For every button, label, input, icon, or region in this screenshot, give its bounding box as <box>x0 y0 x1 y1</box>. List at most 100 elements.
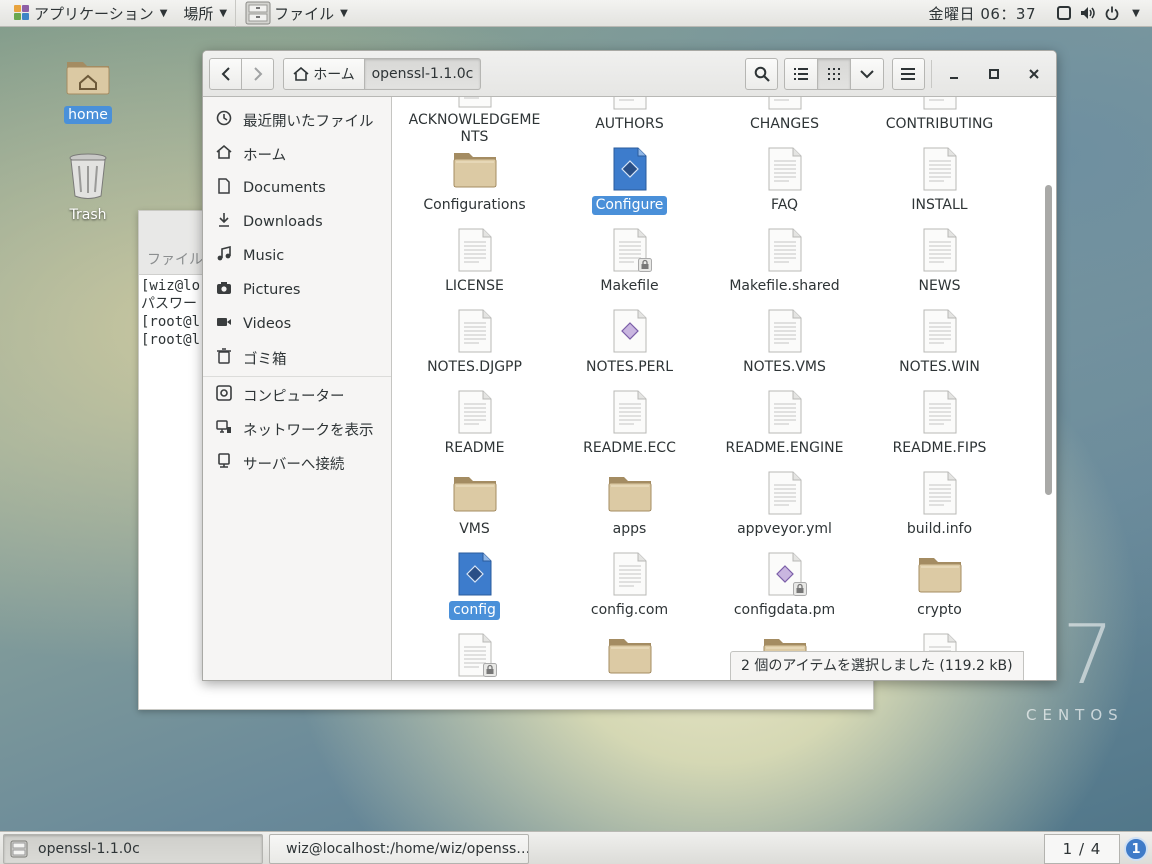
file-item[interactable]: build.info <box>862 465 1017 546</box>
clock[interactable]: 金曜日 06：37 <box>929 3 1036 24</box>
sidebar-item-3[interactable]: Documents <box>203 171 391 205</box>
applications-menu[interactable]: アプリケーション ▼ <box>0 0 175 27</box>
file-item[interactable]: NOTES.WIN <box>862 303 1017 384</box>
forward-button[interactable] <box>241 58 274 90</box>
desktop-home-folder[interactable]: home <box>53 52 123 124</box>
desktop-trash[interactable]: Trash <box>53 152 123 224</box>
file-item[interactable]: configdata.pm <box>707 546 862 627</box>
sidebar-item-4[interactable]: Downloads <box>203 205 391 239</box>
file-item[interactable]: INSTALL <box>862 141 1017 222</box>
text-file-icon <box>606 550 654 598</box>
list-view-button[interactable] <box>784 58 818 90</box>
files-app-menu[interactable]: ファイル ▼ <box>235 0 356 27</box>
chevron-left-icon <box>221 67 230 81</box>
notification-badge[interactable]: 1 <box>1124 837 1148 861</box>
chevron-right-icon <box>253 67 262 81</box>
folder-icon <box>451 145 499 193</box>
file-view[interactable]: ACKNOWLEDGEMENTS AUTHORS CHANGES CONTRIBUTI… <box>392 97 1056 680</box>
folder-icon <box>606 469 654 517</box>
file-item[interactable]: VMS <box>397 465 552 546</box>
centos-wordmark: CENTOS <box>1026 706 1124 724</box>
sidebar-item-11[interactable]: サーバーへ接続 <box>203 446 391 480</box>
task-label: openssl-1.1.0c <box>38 841 140 857</box>
file-item[interactable]: README <box>397 384 552 465</box>
places-menu[interactable]: 場所 ▼ <box>175 0 235 27</box>
close-button[interactable] <box>1018 58 1050 90</box>
workspace-indicator[interactable]: 1 / 4 <box>1044 834 1120 864</box>
file-item[interactable]: LICENSE <box>397 222 552 303</box>
back-button[interactable] <box>209 58 242 90</box>
file-item[interactable]: README.FIPS <box>862 384 1017 465</box>
text-file-icon <box>916 226 964 274</box>
sidebar-item-7[interactable]: Videos <box>203 307 391 341</box>
bottom-taskbar: openssl-1.1.0c wiz@localhost:/home/wiz/o… <box>0 831 1152 864</box>
text-file-icon <box>761 97 809 112</box>
clock-icon <box>215 110 233 130</box>
file-item[interactable]: CONTRIBUTING <box>862 97 1017 141</box>
sidebar-item-label: Documents <box>243 180 326 196</box>
home-icon <box>293 67 309 81</box>
search-button[interactable] <box>745 58 778 90</box>
file-item[interactable]: Makefile <box>552 222 707 303</box>
volume-icon[interactable] <box>1076 0 1100 27</box>
file-item[interactable]: appveyor.yml <box>707 465 862 546</box>
path-home-button[interactable]: ホーム <box>283 58 365 90</box>
grid-view-button[interactable] <box>817 58 851 90</box>
folder-icon <box>606 631 654 679</box>
maximize-button[interactable] <box>978 58 1010 90</box>
sidebar-item-8[interactable]: ゴミ箱 <box>203 341 391 375</box>
sidebar-item-6[interactable]: Pictures <box>203 273 391 307</box>
file-item[interactable]: README.ENGINE <box>707 384 862 465</box>
file-name: Makefile <box>600 278 659 294</box>
file-item[interactable]: config <box>397 546 552 627</box>
file-item[interactable] <box>397 627 552 680</box>
file-cabinet-icon <box>245 1 271 25</box>
text-file-icon <box>606 388 654 436</box>
centos-version-number: 7 <box>1062 608 1115 703</box>
file-item[interactable]: NEWS <box>862 222 1017 303</box>
network-icon <box>215 419 233 439</box>
file-manager-headerbar[interactable]: ホーム openssl-1.1.0c <box>203 51 1056 97</box>
file-item[interactable]: NOTES.PERL <box>552 303 707 384</box>
task-terminal[interactable]: wiz@localhost:/home/wiz/openss… <box>269 834 529 864</box>
locked-text-file-icon <box>606 226 654 274</box>
sidebar-item-1[interactable]: 最近開いたファイル <box>203 103 391 137</box>
file-item[interactable]: README.ECC <box>552 384 707 465</box>
file-item[interactable]: FAQ <box>707 141 862 222</box>
display-icon[interactable] <box>1052 0 1076 27</box>
file-name: NOTES.VMS <box>743 359 826 375</box>
file-item[interactable]: crypto <box>862 546 1017 627</box>
file-item[interactable]: Configure <box>552 141 707 222</box>
camera-icon <box>215 280 233 300</box>
task-file-manager[interactable]: openssl-1.1.0c <box>3 834 263 864</box>
file-name: build.info <box>906 521 973 537</box>
file-item[interactable]: config.com <box>552 546 707 627</box>
sidebar-item-10[interactable]: ネットワークを表示 <box>203 412 391 446</box>
minimize-button[interactable] <box>938 58 970 90</box>
file-name: README.FIPS <box>892 440 987 456</box>
path-current-folder-button[interactable]: openssl-1.1.0c <box>364 58 481 90</box>
sidebar-item-2[interactable]: ホーム <box>203 137 391 171</box>
sidebar-item-5[interactable]: Music <box>203 239 391 273</box>
file-item[interactable]: AUTHORS <box>552 97 707 141</box>
file-item[interactable] <box>552 627 707 680</box>
file-name: NEWS <box>918 278 961 294</box>
file-item[interactable]: Configurations <box>397 141 552 222</box>
file-item[interactable]: CHANGES <box>707 97 862 141</box>
sidebar-item-9[interactable]: コンピューター <box>203 378 391 412</box>
chevron-down-icon <box>860 70 874 79</box>
file-item[interactable]: apps <box>552 465 707 546</box>
system-menu-chevron-icon[interactable]: ▼ <box>1124 0 1148 27</box>
vertical-scrollbar[interactable] <box>1045 185 1052 495</box>
file-item[interactable]: Makefile.shared <box>707 222 862 303</box>
file-item[interactable]: ACKNOWLEDGEMENTS <box>397 97 552 145</box>
power-icon[interactable] <box>1100 0 1124 27</box>
file-item[interactable]: NOTES.VMS <box>707 303 862 384</box>
file-manager-window[interactable]: ホーム openssl-1.1.0c 最近開いたファイル ホーム Documen… <box>202 50 1057 681</box>
terminal-file-menu[interactable]: ファイル <box>147 252 203 268</box>
file-item[interactable]: NOTES.DJGPP <box>397 303 552 384</box>
menu-button[interactable] <box>891 58 925 90</box>
view-options-button[interactable] <box>850 58 884 90</box>
sidebar-item-label: Music <box>243 248 285 264</box>
sidebar-item-label: Pictures <box>243 282 301 298</box>
